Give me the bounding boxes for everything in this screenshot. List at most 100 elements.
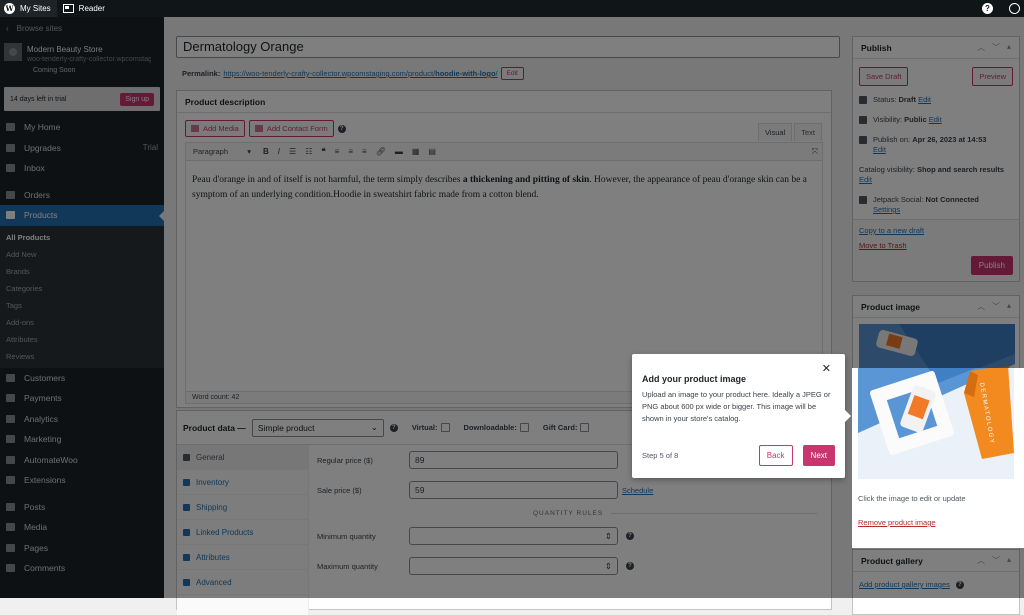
tab-linked-products[interactable]: Linked Products xyxy=(177,520,308,545)
numbered-list-icon[interactable]: ☷ xyxy=(305,147,312,156)
tab-visual[interactable]: Visual xyxy=(757,123,793,141)
publish-button[interactable]: Publish xyxy=(970,256,1013,275)
publish-date-edit-link[interactable]: Edit xyxy=(873,145,886,154)
align-left-icon[interactable]: ≡ xyxy=(335,147,340,156)
sidebar-item-comments[interactable]: Comments xyxy=(0,558,164,579)
back-button[interactable]: Back xyxy=(758,445,793,466)
visibility-edit-link[interactable]: Edit xyxy=(929,115,942,124)
sidebar-item-analytics[interactable]: Analytics xyxy=(0,409,164,430)
sidebar-item-pages[interactable]: Pages xyxy=(0,538,164,559)
site-card[interactable]: Modern Beauty Store woo-tenderly-crafty-… xyxy=(0,39,164,87)
link-icon[interactable]: 🔗︎ xyxy=(376,147,386,156)
sidebar-item-my-home[interactable]: My Home xyxy=(0,117,164,138)
help-icon[interactable]: ? xyxy=(626,532,634,540)
sign-up-button[interactable]: Sign up xyxy=(120,92,154,106)
move-up-icon[interactable]: ︿ xyxy=(977,555,985,566)
sidebar-item-upgrades[interactable]: Upgrades Trial xyxy=(0,138,164,159)
status-edit-link[interactable]: Edit xyxy=(918,95,931,104)
schedule-link[interactable]: Schedule xyxy=(622,486,653,495)
downloadable-checkbox[interactable]: Downloadable: xyxy=(464,423,529,432)
sidebar-item-payments[interactable]: Payments xyxy=(0,388,164,409)
regular-price-input[interactable]: 89 xyxy=(409,451,618,469)
tab-inventory[interactable]: Inventory xyxy=(177,470,308,495)
sidebar-item-inbox[interactable]: Inbox xyxy=(0,158,164,179)
move-up-icon[interactable]: ︿ xyxy=(977,301,985,312)
my-sites-button[interactable]: W My Sites xyxy=(0,0,57,17)
submenu-brands[interactable]: Brands xyxy=(0,263,164,280)
sidebar-item-posts[interactable]: Posts xyxy=(0,497,164,518)
move-up-icon[interactable]: ︿ xyxy=(977,42,985,53)
collapse-icon[interactable]: ▴ xyxy=(1007,301,1011,312)
close-icon[interactable]: ✕ xyxy=(822,362,831,375)
tab-general[interactable]: General xyxy=(177,445,308,470)
tab-advanced[interactable]: Advanced xyxy=(177,570,308,595)
tab-shipping[interactable]: Shipping xyxy=(177,495,308,520)
align-center-icon[interactable]: ≡ xyxy=(348,147,353,156)
move-to-trash-link[interactable]: Move to Trash xyxy=(859,241,1013,250)
form-icon[interactable]: ▤ xyxy=(428,147,436,156)
sidebar-item-automatewoo[interactable]: AutomateWoo xyxy=(0,450,164,471)
read-more-icon[interactable]: ▬ xyxy=(395,147,403,156)
permalink-link[interactable]: https://woo-tenderly-crafty-collector.wp… xyxy=(223,69,497,78)
product-image-spotlight[interactable]: DERMATOLOGY xyxy=(858,368,1014,479)
sidebar-item-extensions[interactable]: Extensions xyxy=(0,470,164,491)
user-avatar-icon[interactable] xyxy=(1009,3,1020,14)
tour-body: Upload an image to your product here. Id… xyxy=(642,390,831,423)
submenu-tags[interactable]: Tags xyxy=(0,297,164,314)
catalog-edit-link[interactable]: Edit xyxy=(859,175,872,184)
sidebar-item-orders[interactable]: Orders xyxy=(0,185,164,206)
remove-product-image-link-spotlight[interactable]: Remove product image xyxy=(858,518,936,527)
submenu-categories[interactable]: Categories xyxy=(0,280,164,297)
copy-draft-link[interactable]: Copy to a new draft xyxy=(859,226,1013,235)
next-button[interactable]: Next xyxy=(802,445,835,466)
browse-sites-link[interactable]: ‹ Browse sites xyxy=(0,17,164,39)
sidebar-item-media[interactable]: Media xyxy=(0,517,164,538)
editor-content[interactable]: Peau d'orange in and of itself is not ha… xyxy=(186,161,822,215)
jetpack-settings-link[interactable]: Settings xyxy=(873,205,900,214)
sidebar-item-marketing[interactable]: Marketing xyxy=(0,429,164,450)
move-down-icon[interactable]: ﹀ xyxy=(992,301,1000,312)
italic-icon[interactable]: I xyxy=(278,147,280,156)
reader-button[interactable]: Reader xyxy=(57,4,105,13)
permalink-edit-button[interactable]: Edit xyxy=(500,67,524,80)
top-bar: W My Sites Reader ? xyxy=(0,0,1024,17)
blockquote-icon[interactable]: ❝ xyxy=(321,147,325,156)
submenu-add-new[interactable]: Add New xyxy=(0,246,164,263)
preview-button[interactable]: Preview xyxy=(972,67,1013,86)
collapse-icon[interactable]: ▴ xyxy=(1007,555,1011,566)
sidebar-item-customers[interactable]: Customers xyxy=(0,368,164,389)
format-select[interactable]: Paragraph ▾ xyxy=(190,147,254,156)
add-media-button[interactable]: Add Media xyxy=(185,120,245,137)
help-icon[interactable]: ? xyxy=(982,3,993,14)
editor-toolbar: Paragraph ▾ B I ☰ ☷ ❝ ≡ ≡ ≡ 🔗︎ ▬ ▦ ▤ ⤧ xyxy=(186,143,822,161)
help-icon[interactable]: ? xyxy=(955,580,964,589)
help-icon[interactable]: ? xyxy=(626,562,634,570)
move-down-icon[interactable]: ﹀ xyxy=(992,555,1000,566)
bold-icon[interactable]: B xyxy=(263,147,269,156)
collapse-icon[interactable]: ▴ xyxy=(1007,42,1011,53)
toolbar-toggle-icon[interactable]: ▦ xyxy=(412,147,420,156)
bullet-list-icon[interactable]: ☰ xyxy=(289,147,296,156)
min-quantity-input[interactable]: ⇕ xyxy=(409,527,618,545)
gift-card-checkbox[interactable]: Gift Card: xyxy=(543,423,590,432)
help-icon[interactable]: ? xyxy=(389,423,398,432)
add-gallery-images-link[interactable]: Add product gallery images xyxy=(859,580,950,589)
sidebar-item-products[interactable]: Products xyxy=(0,205,164,226)
save-draft-button[interactable]: Save Draft xyxy=(859,67,909,86)
virtual-checkbox[interactable]: Virtual: xyxy=(412,423,450,432)
tab-text[interactable]: Text xyxy=(794,123,822,141)
tab-attributes[interactable]: Attributes xyxy=(177,545,308,570)
product-type-select[interactable]: Simple product ⌄ xyxy=(251,418,384,437)
submenu-all-products[interactable]: All Products xyxy=(0,229,164,246)
submenu-add-ons[interactable]: Add-ons xyxy=(0,314,164,331)
align-right-icon[interactable]: ≡ xyxy=(362,147,367,156)
max-quantity-input[interactable]: ⇕ xyxy=(409,557,618,575)
add-contact-form-button[interactable]: Add Contact Form xyxy=(248,120,334,137)
product-title-input[interactable]: Dermatology Orange xyxy=(176,36,840,58)
move-down-icon[interactable]: ﹀ xyxy=(992,42,1000,53)
submenu-reviews[interactable]: Reviews xyxy=(0,348,164,365)
submenu-attributes[interactable]: Attributes xyxy=(0,331,164,348)
sale-price-input[interactable]: 59 xyxy=(409,481,618,499)
fullscreen-icon[interactable]: ⤧ xyxy=(812,147,818,157)
help-icon[interactable]: ? xyxy=(337,124,346,133)
